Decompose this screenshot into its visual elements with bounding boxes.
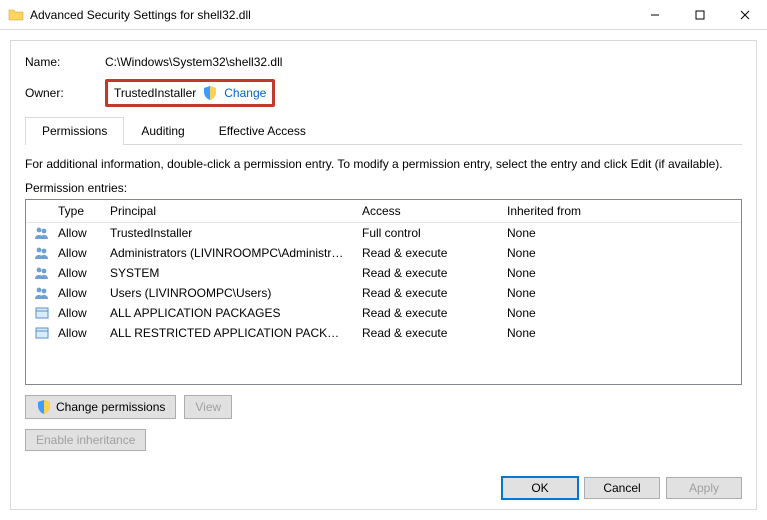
cell-type: Allow (50, 222, 102, 244)
cell-principal: ALL RESTRICTED APPLICATION PACKAGES (102, 322, 354, 344)
ok-button[interactable]: OK (502, 477, 578, 499)
cell-type: Allow (50, 262, 102, 284)
table-row[interactable]: AllowALL RESTRICTED APPLICATION PACKAGES… (26, 323, 741, 343)
cell-access: Read & execute (354, 302, 499, 324)
name-value: C:\Windows\System32\shell32.dll (105, 55, 282, 69)
cancel-button[interactable]: Cancel (584, 477, 660, 499)
tab-strip: Permissions Auditing Effective Access (25, 117, 742, 145)
folder-icon (8, 7, 24, 23)
permission-list[interactable]: Type Principal Access Inherited from All… (25, 199, 742, 385)
cell-type: Allow (50, 242, 102, 264)
apply-button[interactable]: Apply (666, 477, 742, 499)
titlebar: Advanced Security Settings for shell32.d… (0, 0, 767, 30)
cell-type: Allow (50, 302, 102, 324)
cell-principal: Administrators (LIVINROOMPC\Administra..… (102, 242, 354, 264)
list-header: Type Principal Access Inherited from (26, 200, 741, 223)
view-button[interactable]: View (184, 395, 232, 419)
table-row[interactable]: AllowUsers (LIVINROOMPC\Users)Read & exe… (26, 283, 741, 303)
shield-icon (36, 399, 52, 415)
cell-access: Full control (354, 222, 499, 244)
cell-inherited: None (499, 282, 741, 304)
info-text: For additional information, double-click… (25, 157, 742, 171)
cell-access: Read & execute (354, 322, 499, 344)
tab-auditing[interactable]: Auditing (124, 117, 201, 144)
close-button[interactable] (722, 0, 767, 29)
col-inherited[interactable]: Inherited from (499, 200, 741, 222)
table-row[interactable]: AllowAdministrators (LIVINROOMPC\Adminis… (26, 243, 741, 263)
owner-label: Owner: (25, 86, 105, 100)
table-row[interactable]: AllowSYSTEMRead & executeNone (26, 263, 741, 283)
package-icon (26, 321, 50, 345)
minimize-button[interactable] (632, 0, 677, 29)
window-title: Advanced Security Settings for shell32.d… (30, 8, 632, 22)
maximize-button[interactable] (677, 0, 722, 29)
change-owner-link[interactable]: Change (224, 86, 266, 100)
cell-principal: ALL APPLICATION PACKAGES (102, 302, 354, 324)
cell-inherited: None (499, 322, 741, 344)
dialog-footer: OK Cancel Apply (502, 477, 742, 499)
tab-permissions[interactable]: Permissions (25, 117, 124, 144)
cell-inherited: None (499, 262, 741, 284)
table-row[interactable]: AllowALL APPLICATION PACKAGESRead & exec… (26, 303, 741, 323)
cell-type: Allow (50, 322, 102, 344)
cell-access: Read & execute (354, 262, 499, 284)
col-access[interactable]: Access (354, 200, 499, 222)
cell-principal: TrustedInstaller (102, 222, 354, 244)
cell-inherited: None (499, 242, 741, 264)
tab-effective-access[interactable]: Effective Access (202, 117, 323, 144)
cell-principal: SYSTEM (102, 262, 354, 284)
entries-label: Permission entries: (25, 181, 742, 195)
cell-type: Allow (50, 282, 102, 304)
col-principal[interactable]: Principal (102, 200, 354, 222)
cell-inherited: None (499, 302, 741, 324)
name-label: Name: (25, 55, 105, 69)
change-permissions-label: Change permissions (56, 400, 165, 414)
table-row[interactable]: AllowTrustedInstallerFull controlNone (26, 223, 741, 243)
cell-access: Read & execute (354, 242, 499, 264)
cell-access: Read & execute (354, 282, 499, 304)
owner-value: TrustedInstaller (114, 86, 196, 100)
col-type[interactable]: Type (50, 200, 102, 222)
dialog-content: Name: C:\Windows\System32\shell32.dll Ow… (10, 40, 757, 510)
cell-principal: Users (LIVINROOMPC\Users) (102, 282, 354, 304)
shield-icon (202, 85, 218, 101)
owner-highlight: TrustedInstaller Change (105, 79, 275, 107)
enable-inheritance-button[interactable]: Enable inheritance (25, 429, 146, 451)
change-permissions-button[interactable]: Change permissions (25, 395, 176, 419)
cell-inherited: None (499, 222, 741, 244)
